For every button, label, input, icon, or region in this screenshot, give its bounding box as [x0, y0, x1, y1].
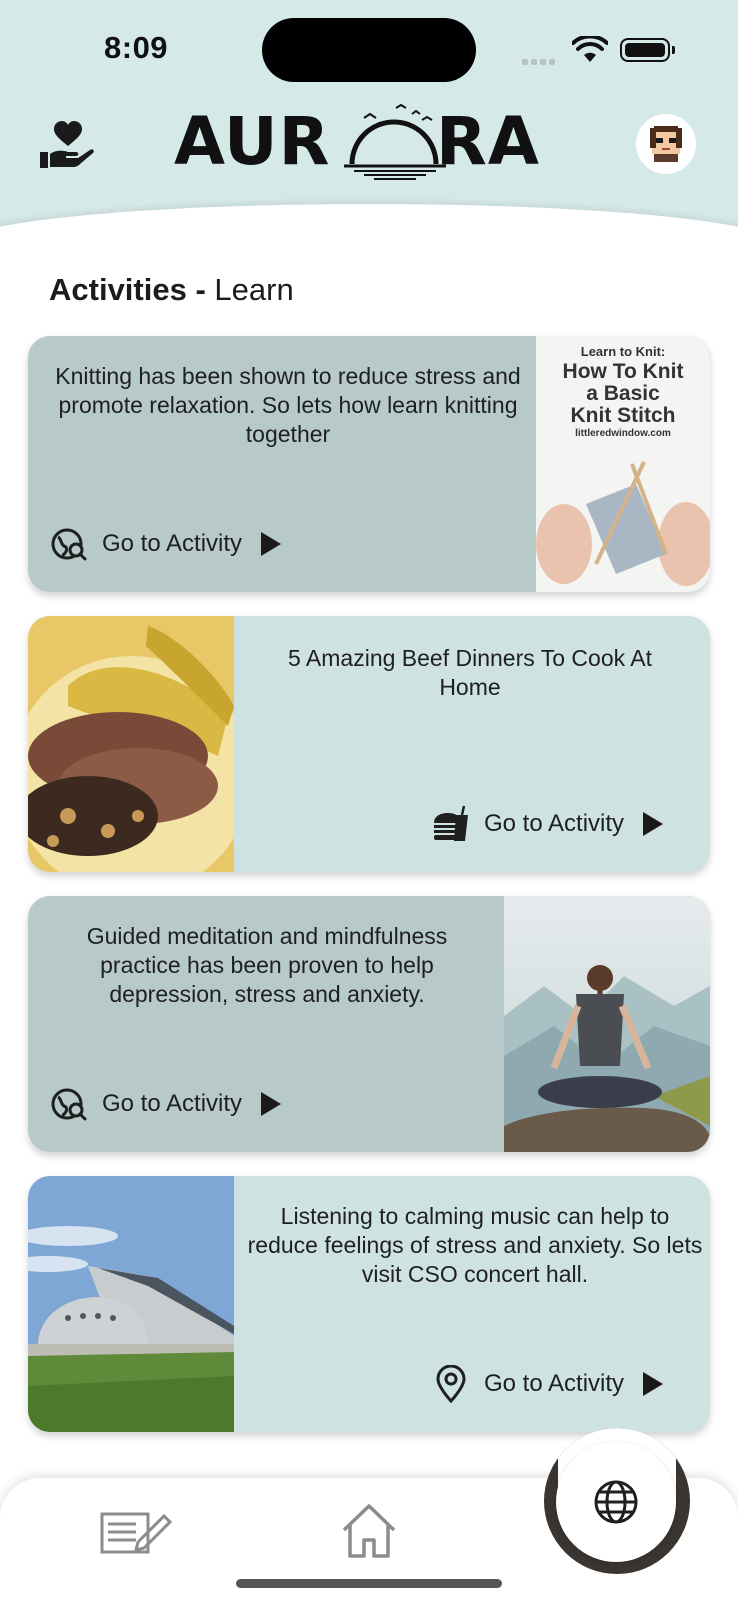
go-to-activity-button[interactable]: Go to Activity	[50, 524, 282, 564]
aurora-logo: AUR RA	[174, 104, 540, 180]
svg-text:AUR: AUR	[174, 104, 330, 180]
beef-plate-illustration	[28, 616, 234, 872]
knit-image-line1: Learn to Knit:	[580, 344, 666, 359]
home-icon[interactable]	[340, 1502, 398, 1560]
app-header: 8:09 AUR RA	[0, 0, 738, 300]
concert-hall-illustration	[28, 1176, 234, 1432]
card-description: Listening to calming music can help to r…	[247, 1203, 703, 1287]
card-description: Guided meditation and mindfulness practi…	[86, 923, 448, 1007]
card-description: Knitting has been shown to reduce stress…	[55, 363, 521, 447]
knit-image-line4: Knit Stitch	[570, 404, 676, 427]
activity-card-beef-dinners[interactable]: 5 Amazing Beef Dinners To Cook At Home G…	[28, 616, 710, 872]
play-arrow-icon	[261, 532, 282, 556]
go-to-activity-button[interactable]: Go to Activity	[432, 804, 664, 844]
home-indicator	[236, 1579, 502, 1588]
knitting-image: Learn to Knit: How To Knit a Basic Knit …	[536, 336, 710, 592]
knit-image-line5: littleredwindow.com	[575, 428, 671, 439]
signal-icon	[522, 52, 558, 70]
go-to-activity-label: Go to Activity	[102, 1090, 243, 1117]
svg-text:RA: RA	[436, 104, 540, 180]
go-to-activity-label: Go to Activity	[484, 810, 625, 837]
activity-card-meditation[interactable]: Guided meditation and mindfulness practi…	[28, 896, 710, 1152]
status-icons	[522, 36, 675, 65]
concert-hall-image	[28, 1176, 234, 1432]
food-icon	[434, 805, 468, 841]
go-to-activity-label: Go to Activity	[484, 1370, 625, 1397]
knit-image-line3: a Basic	[586, 382, 660, 405]
avatar[interactable]	[636, 114, 696, 174]
meditation-illustration	[504, 896, 710, 1152]
explore-search-icon	[51, 1088, 87, 1121]
card-description: 5 Amazing Beef Dinners To Cook At Home	[288, 645, 652, 700]
location-pin-icon	[436, 1365, 466, 1403]
activity-card-knitting[interactable]: Knitting has been shown to reduce stress…	[28, 336, 710, 592]
play-arrow-icon	[643, 812, 664, 836]
explore-search-icon	[51, 528, 87, 561]
globe-button[interactable]	[556, 1442, 676, 1562]
beef-dinner-image	[28, 616, 234, 872]
page-title: Activities - Learn	[49, 272, 294, 308]
knitting-hands-illustration	[536, 461, 710, 586]
avatar-pixel-face-icon	[650, 126, 682, 162]
battery-icon	[620, 38, 675, 62]
knit-image-line2: How To Knit	[562, 360, 684, 383]
wifi-icon	[572, 36, 608, 62]
play-arrow-icon	[261, 1092, 282, 1116]
page-title-bold: Activities -	[49, 272, 206, 307]
page-title-regular: Learn	[214, 272, 294, 307]
status-time: 8:09	[104, 30, 169, 65]
dynamic-island	[262, 18, 476, 82]
go-to-activity-button[interactable]: Go to Activity	[50, 1084, 282, 1124]
globe-icon	[594, 1480, 638, 1524]
meditation-image	[504, 896, 710, 1152]
go-to-activity-button[interactable]: Go to Activity	[432, 1364, 664, 1404]
go-to-activity-label: Go to Activity	[102, 530, 243, 557]
journal-icon[interactable]	[100, 1508, 172, 1556]
heart-in-hand-icon[interactable]	[38, 116, 96, 174]
play-arrow-icon	[643, 1372, 664, 1396]
activity-card-concert-hall[interactable]: Listening to calming music can help to r…	[28, 1176, 710, 1432]
